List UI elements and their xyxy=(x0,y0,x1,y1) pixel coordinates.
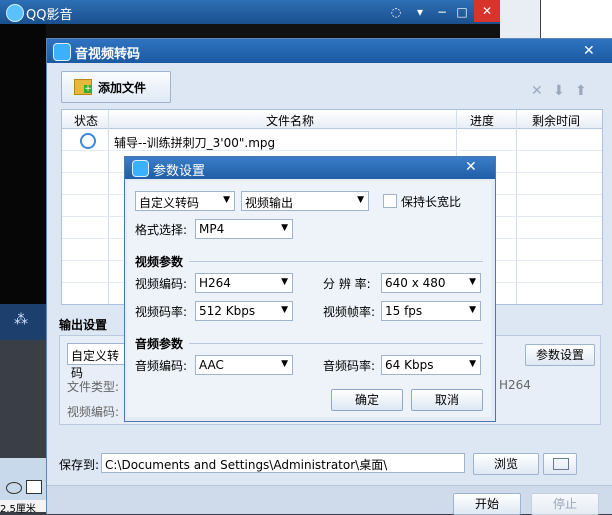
video-area xyxy=(0,24,46,304)
column-header-status[interactable]: 状态 xyxy=(74,112,98,129)
video-codec-label: 视频编码: xyxy=(67,405,120,419)
chevron-down-icon: ▼ xyxy=(281,277,288,287)
restore-icon[interactable]: □ xyxy=(452,3,472,21)
chevron-down-icon: ▼ xyxy=(469,359,476,369)
qq-player-controls: ⁂ xyxy=(0,304,46,340)
chevron-down-icon: ▼ xyxy=(281,359,288,369)
audio-codec-select[interactable]: AAC ▼ xyxy=(195,355,293,375)
dialog-panel: 自定义转码 ▼ 视频输出 ▼ 保持长宽比 格式选择: MP4 ▼ 视频参数 视频编码:… xyxy=(127,181,491,417)
converter-title: 音视频转码 xyxy=(75,47,141,62)
output-settings-title: 输出设置 xyxy=(59,318,108,332)
footprint-icon[interactable]: ⁂ xyxy=(14,312,28,328)
video-bitrate-value: 512 Kbps xyxy=(199,304,256,318)
resolution-label: 分 辨 率: xyxy=(323,277,371,291)
dialog-titlebar[interactable]: 参数设置 ✕ xyxy=(125,157,495,179)
qq-player-title: QQ影音 xyxy=(26,8,73,23)
audio-bitrate-select[interactable]: 64 Kbps ▼ xyxy=(381,355,481,375)
frame-rate-value: 15 fps xyxy=(385,304,423,318)
output-type-value: 视频输出 xyxy=(245,196,294,210)
column-header-progress[interactable]: 进度 xyxy=(470,112,494,129)
format-select[interactable]: MP4 ▼ xyxy=(195,219,293,239)
cancel-button[interactable]: 取消 xyxy=(411,389,483,411)
bottom-bar xyxy=(47,485,612,514)
save-path-value: C:\Documents and Settings\Administrator\… xyxy=(105,458,388,472)
chevron-down-icon: ▼ xyxy=(357,195,364,205)
column-header-remaining[interactable]: 剩余时间 xyxy=(532,112,580,129)
close-icon[interactable]: ✕ xyxy=(465,159,477,175)
ellipse-tool-icon[interactable] xyxy=(6,482,22,494)
audio-bitrate-value: 64 Kbps xyxy=(385,358,434,372)
table-row-filename[interactable]: 辅导--训练拼刺刀_3'00".mpg xyxy=(114,134,275,151)
output-preset-value: 自定义转码 xyxy=(71,349,120,380)
mode-value: 自定义转码 xyxy=(139,196,200,210)
video-codec-value: H264 xyxy=(499,378,531,392)
video-params-heading: 视频参数 xyxy=(135,255,184,269)
add-file-button[interactable]: + 添加文件 xyxy=(61,71,171,103)
video-codec-select[interactable]: H264 ▼ xyxy=(195,273,293,293)
chat-icon[interactable]: ◌ xyxy=(386,3,406,21)
chevron-down-icon: ▼ xyxy=(281,305,288,315)
frame-rate-select[interactable]: 15 fps ▼ xyxy=(381,301,481,321)
folder-icon xyxy=(553,458,569,470)
parameter-settings-button[interactable]: 参数设置 xyxy=(525,344,595,366)
chevron-down-icon: ▼ xyxy=(281,223,288,233)
divider xyxy=(189,261,483,262)
audio-codec-value: AAC xyxy=(199,358,224,372)
clock-icon xyxy=(80,133,96,149)
chevron-down-icon: ▼ xyxy=(223,195,230,205)
video-codec-label: 视频编码: xyxy=(135,277,188,291)
keep-ratio-checkbox[interactable] xyxy=(383,194,397,208)
format-label: 格式选择: xyxy=(135,223,188,237)
qq-logo-icon xyxy=(6,4,24,22)
divider xyxy=(189,343,483,344)
video-bitrate-select[interactable]: 512 Kbps ▼ xyxy=(195,301,293,321)
save-path-input[interactable]: C:\Documents and Settings\Administrator\… xyxy=(101,453,465,473)
audio-bitrate-label: 音频码率: xyxy=(323,359,376,373)
chevron-down-icon: ▼ xyxy=(469,277,476,287)
output-preset-select[interactable]: 自定义转码 xyxy=(67,343,127,380)
frame-rate-label: 视频帧率: xyxy=(323,305,376,319)
file-type-label: 文件类型: xyxy=(67,380,120,394)
mode-select[interactable]: 自定义转码 ▼ xyxy=(135,191,235,211)
column-divider xyxy=(108,110,109,304)
settings-icon[interactable]: ▾ xyxy=(410,3,430,21)
resolution-value: 640 x 480 xyxy=(385,276,446,290)
table-header: 状态 文件名称 进度 剩余时间 xyxy=(62,110,602,129)
video-bitrate-label: 视频码率: xyxy=(135,305,188,319)
dialog-logo-icon xyxy=(132,160,149,177)
move-down-icon[interactable]: ⬇ xyxy=(553,83,565,99)
close-icon[interactable]: ✕ xyxy=(583,43,595,59)
column-header-filename[interactable]: 文件名称 xyxy=(266,112,314,129)
parameter-dialog: 参数设置 ✕ 自定义转码 ▼ 视频输出 ▼ 保持长宽比 格式选择: MP4 ▼ 视频参… xyxy=(124,156,496,422)
ruler-text: 2.5厘米 xyxy=(0,500,46,515)
background-window-edge xyxy=(540,0,612,40)
close-icon[interactable]: ✕ xyxy=(474,0,500,22)
dialog-title: 参数设置 xyxy=(153,164,206,179)
add-file-label: 添加文件 xyxy=(98,81,147,95)
converter-titlebar[interactable]: 音视频转码 ✕ xyxy=(47,39,612,63)
audio-params-heading: 音频参数 xyxy=(135,337,184,351)
chevron-down-icon: ▼ xyxy=(469,305,476,315)
delete-icon[interactable]: ✕ xyxy=(531,83,543,99)
ok-button[interactable]: 确定 xyxy=(331,389,403,411)
plus-icon: + xyxy=(84,84,92,94)
minimize-icon[interactable]: − xyxy=(432,3,452,21)
save-to-label: 保存到: xyxy=(59,458,100,472)
textbox-tool-icon[interactable] xyxy=(26,480,42,494)
audio-codec-label: 音频编码: xyxy=(135,359,188,373)
resolution-select[interactable]: 640 x 480 ▼ xyxy=(381,273,481,293)
browse-button[interactable]: 浏览 xyxy=(473,453,539,475)
move-up-icon[interactable]: ⬆ xyxy=(575,83,587,99)
converter-logo-icon xyxy=(53,43,71,61)
column-divider xyxy=(516,110,517,304)
open-folder-button[interactable] xyxy=(543,453,577,475)
video-codec-value: H264 xyxy=(199,276,231,290)
format-value: MP4 xyxy=(199,222,225,236)
keep-ratio-label: 保持长宽比 xyxy=(401,195,462,209)
qq-player-titlebar[interactable]: QQ影音 ◌ ▾ − □ ✕ xyxy=(0,0,500,24)
output-type-select[interactable]: 视频输出 ▼ xyxy=(241,191,369,211)
